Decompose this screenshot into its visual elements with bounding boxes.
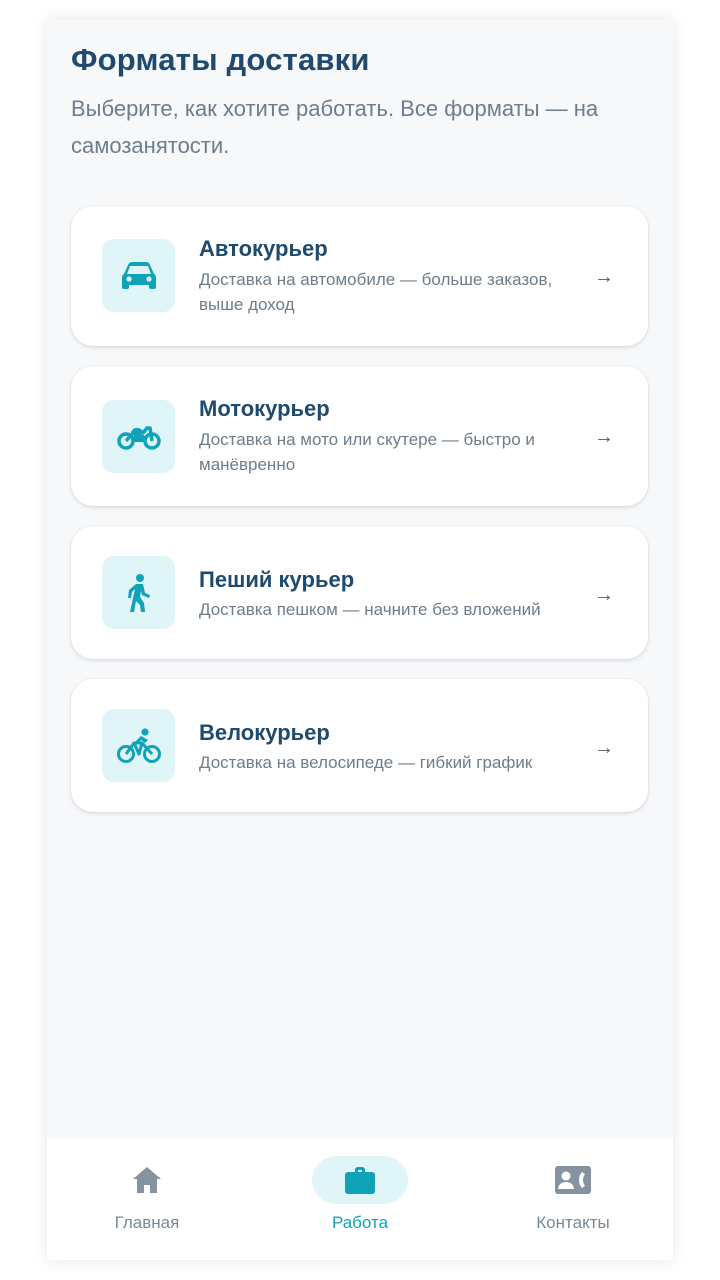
format-card-bicycle[interactable]: Велокурьер Доставка на велосипеде — гибк…: [71, 679, 648, 812]
format-description: Доставка на автомобиле — больше заказов,…: [199, 270, 553, 314]
format-title: Автокурьер: [199, 236, 328, 261]
format-title: Мотокурьер: [199, 396, 330, 421]
format-description: Доставка на велосипеде — гибкий график: [199, 753, 533, 772]
format-description: Доставка пешком — начните без вложений: [199, 600, 541, 619]
bottom-navigation: Главная Работа Контакты: [47, 1138, 673, 1260]
home-icon: [99, 1156, 195, 1204]
format-description: Доставка на мото или скутере — быстро и …: [199, 430, 535, 474]
nav-item-home[interactable]: Главная: [47, 1138, 247, 1260]
nav-label: Главная: [114, 1213, 180, 1232]
arrow-right-icon: →: [594, 266, 614, 288]
format-card-moto[interactable]: Мотокурьер Доставка на мото или скутере …: [71, 366, 648, 506]
arrow-right-icon: →: [594, 426, 614, 448]
format-card-car[interactable]: Автокурьер Доставка на автомобиле — боль…: [71, 206, 648, 346]
format-title: Пеший курьер: [199, 567, 355, 592]
format-title: Велокурьер: [199, 720, 330, 745]
nav-item-contacts[interactable]: Контакты: [473, 1138, 673, 1260]
nav-label: Работа: [331, 1213, 389, 1232]
car-icon: [102, 239, 175, 312]
page-title: Форматы доставки: [71, 42, 370, 77]
nav-item-work[interactable]: Работа: [260, 1138, 460, 1260]
arrow-right-icon: →: [594, 584, 614, 606]
nav-label: Контакты: [536, 1213, 610, 1232]
app-screen: Форматы доставки Выберите, как хотите ра…: [47, 20, 673, 1260]
motorcycle-icon: [102, 400, 175, 473]
arrow-right-icon: →: [594, 737, 614, 759]
walking-person-icon: [102, 556, 175, 629]
bicycle-icon: [102, 709, 175, 782]
contacts-icon: [525, 1156, 621, 1204]
format-card-walking[interactable]: Пеший курьер Доставка пешком — начните б…: [71, 526, 648, 659]
briefcase-icon: [312, 1156, 408, 1204]
page-subtitle: Выберите, как хотите работать. Все форма…: [71, 96, 599, 158]
